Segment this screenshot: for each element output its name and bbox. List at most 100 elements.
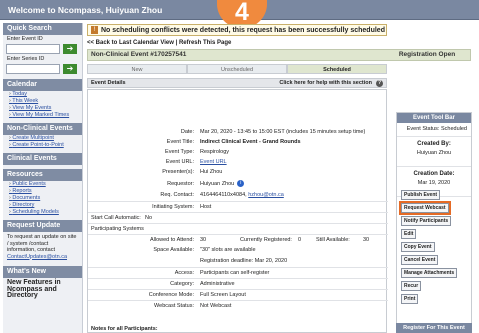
event-status: Event Status: Scheduled (397, 123, 471, 137)
sidebar-link-create-p2p[interactable]: Create Point-to-Point (3, 142, 82, 149)
registered-value: 0 (298, 237, 302, 243)
edit-button[interactable]: Edit (401, 229, 417, 239)
recur-button[interactable]: Recur (401, 281, 422, 291)
space-label: Space Available: (153, 247, 194, 253)
url-label: Event URL: (165, 159, 194, 165)
sidebar-link-this-week[interactable]: This Week (3, 98, 82, 105)
event-status-value: Scheduled (441, 126, 467, 132)
deadline-value: Registration deadline: Mar 20, 2020 (200, 258, 288, 264)
sidebar-link-directory[interactable]: Directory (3, 202, 82, 209)
toolbar-title: Event Tool Bar (397, 113, 471, 123)
resources-header: Resources (3, 169, 82, 181)
access-label: Access: (174, 270, 194, 276)
auto-call-label: Start Call Automatic: (91, 215, 141, 221)
event-id-input[interactable] (6, 44, 60, 54)
event-toolbar: Event Tool Bar Event Status: Scheduled C… (396, 112, 472, 333)
sidebar-link-public-events[interactable]: Public Events (3, 181, 82, 188)
copy-event-button[interactable]: Copy Event (401, 242, 435, 252)
quick-search-header: Quick Search (3, 23, 82, 35)
series-id-label: Enter Series ID (7, 56, 45, 62)
clinical-header[interactable]: Clinical Events (3, 153, 82, 165)
sidebar-link-today[interactable]: Today (3, 91, 82, 98)
conference-mode-label: Conference Mode: (148, 292, 194, 298)
requestor-label: Requestor: (167, 181, 194, 187)
contact-email-link[interactable]: hzhou@otn.ca (248, 192, 284, 198)
conference-mode-value: Full Screen Layout (200, 292, 246, 298)
event-details-header: Event Details Click here for help with t… (87, 78, 387, 88)
sidebar-link-my-events[interactable]: View My Events (3, 105, 82, 112)
breadcrumb: << Back to Last Calendar View | Refresh … (87, 40, 232, 46)
register-event-button[interactable]: Register For This Event (396, 323, 472, 333)
sidebar-link-create-multipoint[interactable]: Create Multipoint (3, 135, 82, 142)
sidebar-link-marked-times[interactable]: View My Marked Times (3, 112, 82, 119)
sidebar: Quick Search Enter Event ID ➔ Enter Seri… (3, 23, 83, 333)
request-update-note: To request an update on site / system /c… (7, 234, 77, 260)
help-icon[interactable]: ? (376, 80, 383, 87)
type-value: Respirology (200, 149, 230, 155)
created-by-label: Created By: (417, 141, 451, 147)
presenter-label: Presenter(s): (162, 169, 194, 175)
registered-label: Currently Registered: (240, 237, 292, 243)
notes-label: Notes for all Participants: (91, 326, 158, 332)
creation-date-label: Creation Date: (413, 171, 455, 177)
event-status-label: Event Status: (406, 126, 440, 132)
event-title-bar: Non-Clinical Event #170257541 Registrati… (87, 49, 471, 61)
space-value: "30" slots are available (200, 247, 256, 253)
welcome-text: Welcome to Ncompass, Huiyuan Zhou (8, 5, 163, 15)
notify-participants-button[interactable]: Notify Participants (401, 216, 452, 226)
category-label: Category: (170, 281, 194, 287)
event-url-link[interactable]: Event URL (200, 157, 227, 167)
toolbar-buttons: Publish Event Request Webcast Notify Par… (397, 187, 458, 304)
event-details-title: Event Details (91, 80, 126, 86)
category-value: Administrative (200, 281, 235, 287)
sidebar-link-documents[interactable]: Documents (3, 195, 82, 202)
cancel-event-button[interactable]: Cancel Event (401, 255, 439, 265)
webcast-status-label: Webcast Status: (154, 303, 194, 309)
still-available-label: Still Available: (316, 237, 350, 243)
auto-call-value: No (145, 215, 153, 221)
status-tabs: New Unscheduled Scheduled (87, 64, 387, 74)
allowed-value: 30 (200, 237, 207, 243)
help-link[interactable]: Click here for help with this section (279, 79, 372, 87)
contact-label: Req. Contact: (160, 192, 194, 198)
access-value: Participants can self-register (200, 270, 270, 276)
contact-updates-link[interactable]: ContactUpdates@otn.ca (7, 254, 67, 260)
type-label: Event Type: (165, 149, 194, 155)
tab-scheduled[interactable]: Scheduled (287, 64, 387, 74)
calendar-header: Calendar (3, 79, 82, 91)
contact-value: 4164464110x4084, hzhou@otn.ca (200, 192, 284, 198)
refresh-page-link[interactable]: Refresh This Page (179, 40, 231, 46)
date-value: Mar 20, 2020 - 13:45 to 15:00 EST (inclu… (200, 129, 366, 135)
event-title: Non-Clinical Event #170257541 (91, 51, 187, 58)
event-id-go-button[interactable]: ➔ (63, 44, 77, 54)
registration-status: Registration Open (398, 51, 456, 58)
date-label: Date: (180, 129, 194, 135)
series-id-input[interactable] (6, 64, 60, 74)
series-id-go-button[interactable]: ➔ (63, 64, 77, 74)
sidebar-link-reports[interactable]: Reports (3, 188, 82, 195)
tab-new[interactable]: New (87, 64, 187, 74)
warning-icon: ! (91, 26, 98, 34)
request-webcast-button[interactable]: Request Webcast (399, 201, 451, 215)
print-button[interactable]: Print (401, 294, 419, 304)
allowed-label: Allowed to Attend: (149, 237, 194, 243)
request-update-header: Request Update (3, 220, 82, 232)
still-available-value: 30 (363, 237, 370, 243)
requestor-value: Huiyuan Zhou i (200, 179, 245, 189)
created-by-value: Huiyuan Zhou (416, 150, 452, 156)
news-title[interactable]: New Features in Ncompass and Directory (3, 278, 82, 302)
webcast-status-value: Not Webcast (200, 303, 232, 309)
tab-unscheduled[interactable]: Unscheduled (187, 64, 287, 74)
back-to-calendar-link[interactable]: << Back to Last Calendar View (87, 40, 174, 46)
publish-event-button[interactable]: Publish Event (401, 190, 441, 200)
manage-attachments-button[interactable]: Manage Attachments (401, 268, 458, 278)
alert-text: No scheduling conflicts were detected, t… (101, 26, 385, 34)
sidebar-link-scheduling-models[interactable]: Scheduling Models (3, 209, 82, 216)
creation-date-value: Mar 19, 2020 (417, 180, 451, 186)
event-details-panel: Date: Mar 20, 2020 - 13:45 to 15:00 EST (… (87, 89, 388, 333)
event-id-label: Enter Event ID (7, 36, 43, 42)
presenter-value: Hui Zhou (200, 169, 223, 175)
info-icon[interactable]: i (237, 180, 245, 188)
initiating-label: Initiating System: (152, 204, 194, 210)
participating-label: Participating Systems (91, 226, 144, 232)
